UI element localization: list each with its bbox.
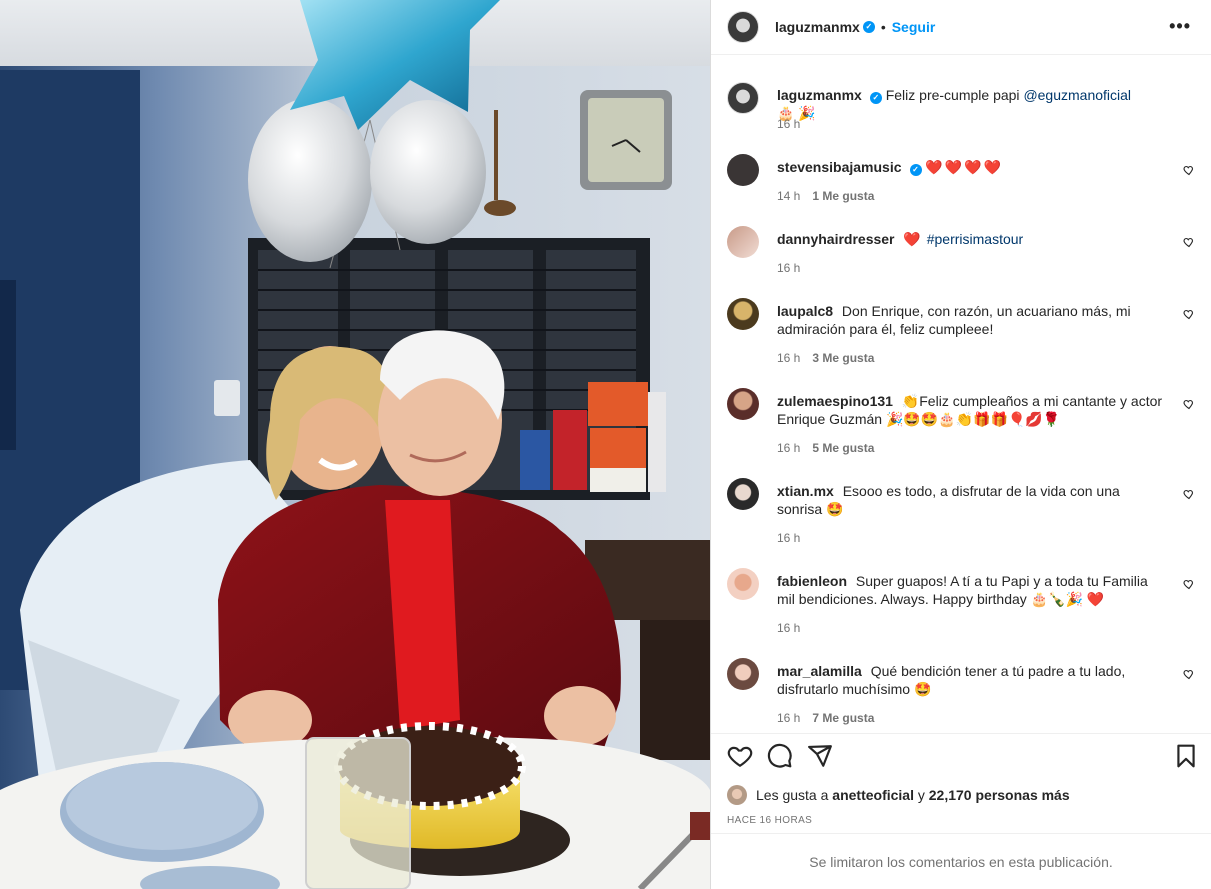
commenter-avatar[interactable] [727, 226, 759, 258]
comment-emoji: 🎉🤩🤩🎂👏🎁🎁🎈💋🌹 [885, 411, 1061, 427]
likes-count[interactable]: 22,170 personas más [929, 787, 1070, 803]
commenter-avatar[interactable] [727, 658, 759, 690]
commenter-username[interactable]: stevensibajamusic [777, 159, 902, 175]
post-header: laguzmanmx ✓ • Seguir ••• [711, 0, 1211, 55]
commenter-avatar[interactable] [727, 388, 759, 420]
comments-limited-notice: Se limitaron los comentarios en esta pub… [711, 833, 1211, 889]
comment-likes[interactable]: 5 Me gusta [812, 441, 874, 455]
commenter-avatar[interactable] [727, 478, 759, 510]
commenter-username[interactable]: zulemaespino131 [777, 393, 893, 409]
commenter-username[interactable]: mar_alamilla [777, 663, 862, 679]
comment-emoji: 🤩 [826, 501, 844, 517]
comments-list[interactable]: laguzmanmx ✓ Feliz pre-cumple papi @eguzm… [711, 56, 1211, 733]
commenter-username[interactable]: fabienleon [777, 573, 847, 589]
commenter-avatar[interactable] [727, 298, 759, 330]
like-comment-heart-icon[interactable] [1183, 398, 1195, 410]
likes-summary: Les gusta a anetteoficial y 22,170 perso… [727, 785, 1070, 805]
comment-hashtag[interactable]: #perrisimastour [927, 231, 1023, 247]
caption-time[interactable]: 16 h [777, 117, 800, 131]
comment-emoji: ❤️❤️❤️❤️ [925, 159, 1004, 175]
author-username[interactable]: laguzmanmx [775, 19, 860, 35]
comment-time[interactable]: 16 h [777, 621, 800, 635]
bookmark-save-icon[interactable] [1173, 743, 1199, 769]
like-comment-heart-icon[interactable] [1183, 488, 1195, 500]
more-options-icon[interactable]: ••• [1169, 16, 1191, 37]
like-comment-heart-icon[interactable] [1183, 236, 1195, 248]
commenter-username[interactable]: dannyhairdresser [777, 231, 895, 247]
like-comment-heart-icon[interactable] [1183, 668, 1195, 680]
separator-dot: • [880, 19, 886, 35]
likes-prefix: Les gusta a [756, 787, 829, 803]
comment-likes[interactable]: 7 Me gusta [812, 711, 874, 725]
comment-bubble-icon[interactable] [767, 743, 793, 769]
birthday-photo-illustration [0, 0, 710, 889]
liker-username[interactable]: anetteoficial [832, 787, 914, 803]
action-bar [711, 733, 1211, 777]
verified-icon: ✓ [869, 92, 882, 104]
like-heart-icon[interactable] [727, 743, 753, 769]
comment-likes[interactable]: 3 Me gusta [812, 351, 874, 365]
likes-connector: y [917, 787, 925, 803]
comment-time[interactable]: 14 h [777, 189, 800, 203]
commenter-username[interactable]: xtian.mx [777, 483, 834, 499]
comment-emoji: 🤩 [913, 681, 932, 697]
comment-time[interactable]: 16 h [777, 351, 800, 365]
caption-text: Feliz pre-cumple papi [885, 87, 1020, 103]
caption-avatar[interactable] [727, 82, 759, 114]
share-send-icon[interactable] [807, 743, 833, 769]
comment-likes[interactable]: 1 Me gusta [812, 189, 874, 203]
commenter-avatar[interactable] [727, 154, 759, 186]
verified-icon: ✓ [862, 21, 875, 33]
comment-time[interactable]: 16 h [777, 441, 800, 455]
caption-username[interactable]: laguzmanmx [777, 87, 862, 103]
like-comment-heart-icon[interactable] [1183, 578, 1195, 590]
comment-time[interactable]: 16 h [777, 261, 800, 275]
follow-button[interactable]: Seguir [892, 19, 936, 35]
like-comment-heart-icon[interactable] [1183, 164, 1195, 176]
author-avatar[interactable] [727, 11, 759, 43]
post-timestamp[interactable]: HACE 16 HORAS [727, 815, 812, 826]
like-comment-heart-icon[interactable] [1183, 308, 1195, 320]
caption-mention[interactable]: @eguzmanoficial [1023, 87, 1131, 103]
comment-time[interactable]: 16 h [777, 531, 800, 545]
comment-time[interactable]: 16 h [777, 711, 800, 725]
commenter-avatar[interactable] [727, 568, 759, 600]
comment-emoji: ❤️ [903, 231, 923, 247]
verified-icon: ✓ [909, 164, 922, 176]
comment-emoji: 🎂🍾🎉 ❤️ [1030, 591, 1105, 607]
post-panel: laguzmanmx ✓ • Seguir ••• laguzmanmx ✓ Fe… [710, 0, 1211, 889]
commenter-username[interactable]: laupalc8 [777, 303, 833, 319]
post-photo[interactable] [0, 0, 710, 889]
liker-avatar[interactable] [727, 785, 747, 805]
